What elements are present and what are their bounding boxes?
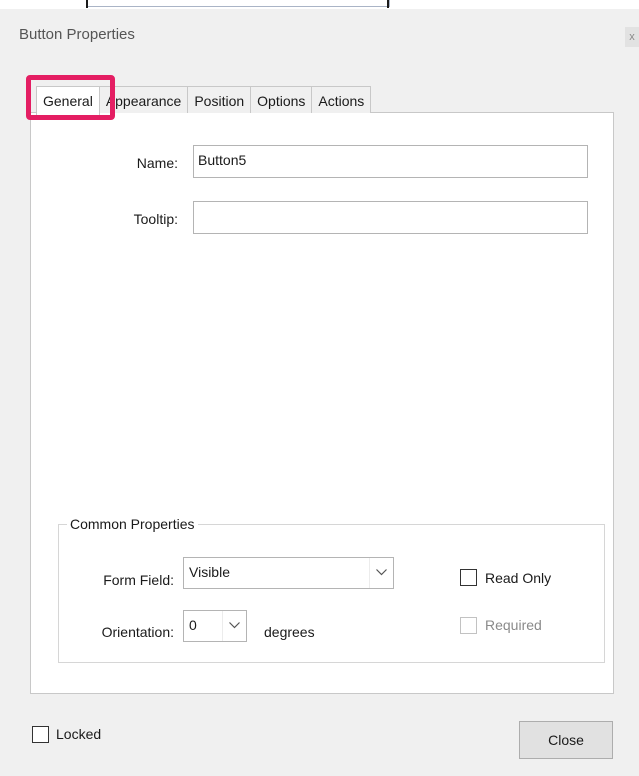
- tab-position[interactable]: Position: [187, 86, 252, 113]
- read-only-checkbox[interactable]: [460, 569, 477, 586]
- tab-appearance[interactable]: Appearance: [98, 86, 189, 113]
- required-checkbox[interactable]: [460, 617, 477, 634]
- common-properties-group: Common Properties: [58, 516, 605, 663]
- tooltip-field[interactable]: [193, 201, 588, 234]
- chevron-down-icon[interactable]: [369, 558, 393, 588]
- tab-actions[interactable]: Actions: [311, 86, 372, 113]
- tab-general[interactable]: General: [36, 86, 100, 115]
- window-close-button[interactable]: x: [625, 27, 639, 47]
- name-field[interactable]: Button5: [193, 145, 588, 178]
- field-edge-left: [86, 0, 88, 8]
- tab-bar: General Appearance Position Options Acti…: [36, 86, 372, 115]
- orientation-value: 0: [189, 617, 197, 633]
- top-strip: [0, 0, 639, 9]
- required-label: Required: [485, 617, 542, 633]
- tooltip-label: Tooltip:: [133, 211, 178, 227]
- form-field-value: Visible: [189, 564, 230, 580]
- orientation-label: Orientation:: [101, 624, 174, 640]
- locked-checkbox[interactable]: [32, 726, 49, 743]
- tab-options[interactable]: Options: [250, 86, 313, 113]
- chevron-down-icon[interactable]: [222, 611, 246, 641]
- background-field: [86, 0, 390, 7]
- common-properties-legend: Common Properties: [70, 516, 195, 532]
- orientation-dropdown[interactable]: 0: [183, 610, 247, 642]
- degrees-label: degrees: [264, 624, 315, 640]
- locked-label: Locked: [56, 726, 102, 742]
- field-edge-right: [387, 0, 389, 8]
- read-only-label: Read Only: [485, 570, 552, 586]
- form-field-dropdown[interactable]: Visible: [183, 557, 394, 589]
- close-button[interactable]: Close: [519, 721, 613, 759]
- form-field-label: Form Field:: [103, 572, 174, 588]
- name-label: Name:: [136, 155, 178, 171]
- dialog-title: Button Properties: [19, 26, 135, 43]
